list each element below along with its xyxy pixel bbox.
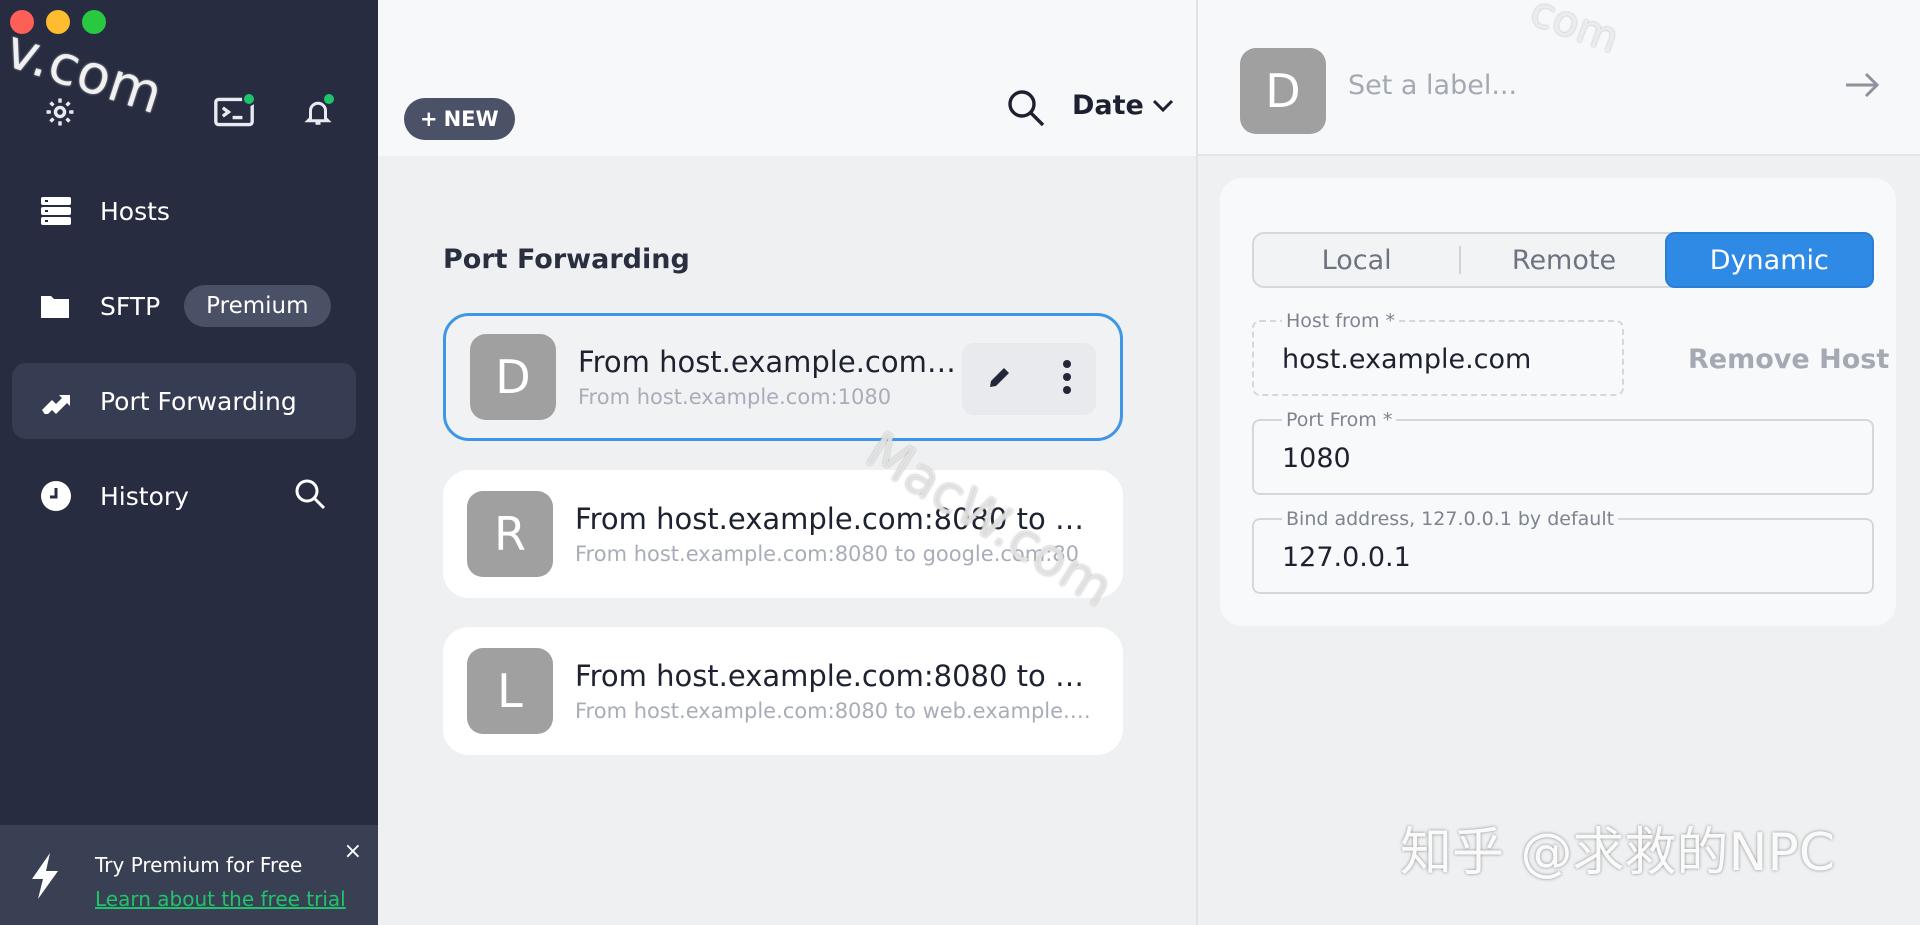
- label-input[interactable]: [1348, 70, 1788, 101]
- list-item-subtitle: From host.example.com:8080 to web.exampl…: [575, 699, 1095, 723]
- bind-address-label: Bind address, 127.0.0.1 by default: [1282, 508, 1618, 530]
- tab-dynamic[interactable]: Dynamic: [1665, 232, 1874, 288]
- premium-badge: Premium: [184, 285, 330, 327]
- list-item-title: From host.example.com:1080: [578, 345, 958, 379]
- avatar: D: [1240, 48, 1326, 134]
- premium-promo-banner: Try Premium for Free Learn about the fre…: [0, 825, 378, 925]
- list-item[interactable]: D From host.example.com:1080 From host.e…: [443, 313, 1123, 441]
- terminal-status-dot: [242, 92, 256, 106]
- bind-address-value: 127.0.0.1: [1282, 542, 1411, 573]
- sidebar-item-label: SFTP: [100, 292, 160, 321]
- avatar: R: [467, 491, 553, 577]
- list-item-actions: [962, 343, 1096, 415]
- host-from-field[interactable]: Host from * host.example.com: [1252, 320, 1624, 396]
- history-search-icon[interactable]: [294, 478, 326, 514]
- arrow-right-icon[interactable]: [1844, 72, 1880, 102]
- port-from-label: Port From *: [1282, 409, 1396, 431]
- host-from-value: host.example.com: [1282, 344, 1531, 375]
- list-item-text: From host.example.com:8080 to web.exampl…: [575, 659, 1095, 723]
- list-header: + NEW Date: [378, 0, 1196, 156]
- list-column: + NEW Date Port Forwarding D From host.e…: [378, 0, 1196, 925]
- forwarding-settings-panel: Local Remote Dynamic Host from * host.ex…: [1220, 178, 1896, 626]
- bind-address-field[interactable]: Bind address, 127.0.0.1 by default 127.0…: [1252, 518, 1874, 594]
- promo-close-button[interactable]: ×: [344, 839, 362, 864]
- sort-label: Date: [1072, 90, 1144, 121]
- bell-icon[interactable]: [296, 92, 340, 132]
- plus-icon: +: [420, 107, 438, 131]
- promo-title: Try Premium for Free: [95, 853, 302, 877]
- free-trial-link[interactable]: Learn about the free trial: [95, 887, 346, 911]
- clock-icon: [40, 480, 100, 512]
- sidebar-item-hosts[interactable]: Hosts: [12, 173, 356, 249]
- list-item-title: From host.example.com:8080 to web.exampl…: [575, 659, 1095, 693]
- section-title: Port Forwarding: [443, 244, 690, 275]
- zoom-window-button[interactable]: [82, 10, 106, 34]
- forwarding-type-segmented-control: Local Remote Dynamic: [1252, 232, 1874, 288]
- port-from-value: 1080: [1282, 443, 1351, 474]
- server-icon: [40, 196, 100, 226]
- sidebar-item-history[interactable]: History: [12, 458, 356, 534]
- tab-remote[interactable]: Remote: [1461, 234, 1666, 286]
- host-from-label: Host from *: [1282, 310, 1399, 332]
- terminal-icon[interactable]: [212, 92, 256, 132]
- port-from-field[interactable]: Port From * 1080: [1252, 419, 1874, 495]
- sidebar-item-label: History: [100, 482, 189, 511]
- sidebar: Hosts SFTP Premium Port Forwarding Histo…: [0, 0, 378, 925]
- edit-icon[interactable]: [986, 363, 1014, 395]
- avatar: D: [470, 334, 556, 420]
- remove-host-button[interactable]: Remove Host: [1688, 344, 1889, 375]
- sidebar-item-label: Port Forwarding: [100, 387, 297, 416]
- forward-arrows-icon: [40, 388, 100, 414]
- notification-dot: [322, 92, 336, 106]
- search-icon[interactable]: [1006, 88, 1046, 132]
- watermark: 知乎 @求救的NPC: [1400, 810, 1835, 885]
- folder-icon: [40, 293, 100, 319]
- new-button-label: NEW: [444, 107, 499, 131]
- lightning-icon: [30, 853, 60, 903]
- sidebar-item-port-forwarding[interactable]: Port Forwarding: [12, 363, 356, 439]
- new-button[interactable]: + NEW: [404, 98, 515, 140]
- list-item[interactable]: L From host.example.com:8080 to web.exam…: [443, 627, 1123, 755]
- sidebar-item-label: Hosts: [100, 197, 170, 226]
- chevron-down-icon: [1152, 99, 1174, 113]
- more-options-icon[interactable]: [1062, 359, 1072, 399]
- avatar: L: [467, 648, 553, 734]
- tab-local[interactable]: Local: [1254, 234, 1459, 286]
- sort-dropdown[interactable]: Date: [1072, 90, 1174, 121]
- detail-pane: D Local Remote Dynamic Host from * host.…: [1198, 0, 1920, 925]
- sidebar-item-sftp[interactable]: SFTP Premium: [12, 268, 356, 344]
